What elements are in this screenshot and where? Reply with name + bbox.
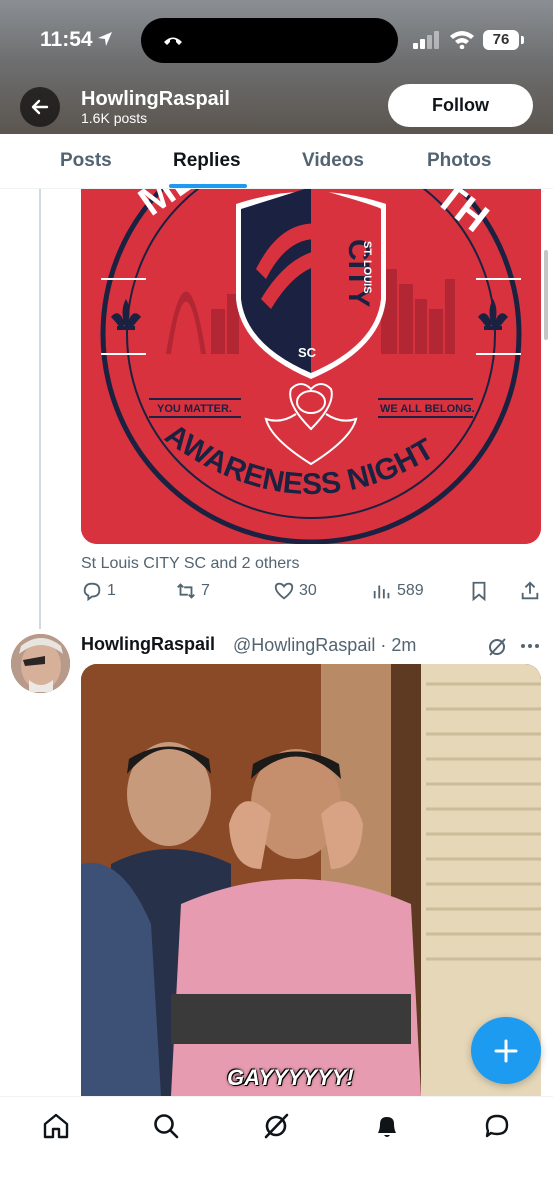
tab-videos[interactable]: Videos <box>302 150 364 172</box>
repost-count: 7 <box>201 582 210 599</box>
bookmark-button[interactable] <box>468 580 490 602</box>
share-upload-icon <box>521 581 539 600</box>
reply-button[interactable]: 1 <box>81 580 116 602</box>
like-button[interactable]: 30 <box>273 580 317 602</box>
location-arrow-icon <box>98 32 112 46</box>
tab-replies[interactable]: Replies <box>173 150 241 172</box>
profile-header: 11:54 76 HowlingRaspail 1.6K posts Follo… <box>0 0 553 134</box>
heart-icon <box>274 582 294 600</box>
notifications-bell-icon[interactable] <box>372 1111 402 1141</box>
wifi-icon <box>450 31 474 49</box>
back-button[interactable] <box>20 87 60 127</box>
views-bar-chart-icon <box>373 585 390 599</box>
follow-button[interactable]: Follow <box>388 84 533 127</box>
thread-connector-line <box>39 189 41 629</box>
bottom-navigation <box>0 1096 553 1200</box>
status-bar: 11:54 76 <box>0 0 553 80</box>
tab-posts[interactable]: Posts <box>60 150 112 172</box>
repost-button[interactable]: 7 <box>175 580 210 602</box>
image-tag-credits[interactable]: St Louis CITY SC and 2 others <box>81 555 299 573</box>
post-author-name[interactable]: HowlingRaspail <box>81 634 215 655</box>
gif-caption: GAYYYYYY! <box>227 1065 354 1090</box>
battery-indicator: 76 <box>483 30 519 50</box>
more-options-icon[interactable] <box>520 642 540 650</box>
plus-icon <box>494 1039 518 1062</box>
home-icon[interactable] <box>41 1111 71 1141</box>
cellular-signal-icon <box>413 31 439 49</box>
tagline-left: YOU MATTER. <box>157 403 232 415</box>
status-time: 11:54 <box>40 28 93 51</box>
grok-icon[interactable] <box>486 636 508 658</box>
profile-post-count: 1.6K posts <box>81 110 148 126</box>
gif-scene-image <box>81 664 541 1096</box>
post-actions-bar: 1 7 30 589 <box>81 580 543 606</box>
grok-nav-icon[interactable] <box>261 1111 291 1141</box>
repost-icon <box>177 583 195 599</box>
phone-call-icon <box>164 37 182 45</box>
post-gif-media[interactable] <box>81 664 541 1096</box>
tab-photos[interactable]: Photos <box>427 150 491 172</box>
crest-stlouis-text: ST. LOUIS <box>361 241 373 294</box>
profile-name: HowlingRaspail <box>81 88 230 110</box>
scrollbar[interactable] <box>544 250 548 340</box>
tagline-right: WE ALL BELONG. <box>380 403 475 415</box>
battery-tip <box>521 36 524 44</box>
messages-icon[interactable] <box>482 1111 512 1141</box>
avatar[interactable] <box>11 634 70 693</box>
post-image-awareness-night[interactable]: ME TH CITY ST. LOUIS SC YOU MATTER. WE A… <box>81 189 541 544</box>
arrow-left-icon <box>31 99 49 115</box>
profile-tabs: Posts Replies Videos Photos <box>0 134 553 189</box>
post-author-handle-time[interactable]: @HowlingRaspail · 2m <box>233 635 416 656</box>
views-count: 589 <box>397 582 424 599</box>
like-count: 30 <box>299 582 317 599</box>
avatar-face-image <box>11 634 70 693</box>
views-button[interactable]: 589 <box>371 580 424 602</box>
compose-post-button[interactable] <box>471 1017 541 1084</box>
awareness-night-graphic: ME TH CITY ST. LOUIS SC YOU MATTER. WE A… <box>81 189 541 544</box>
crest-sc-text: SC <box>298 345 317 360</box>
active-tab-indicator <box>169 184 247 188</box>
bookmark-icon <box>472 581 486 602</box>
search-icon[interactable] <box>151 1111 181 1141</box>
reply-count: 1 <box>107 582 116 599</box>
share-button[interactable] <box>519 580 541 602</box>
reply-icon <box>83 582 101 602</box>
